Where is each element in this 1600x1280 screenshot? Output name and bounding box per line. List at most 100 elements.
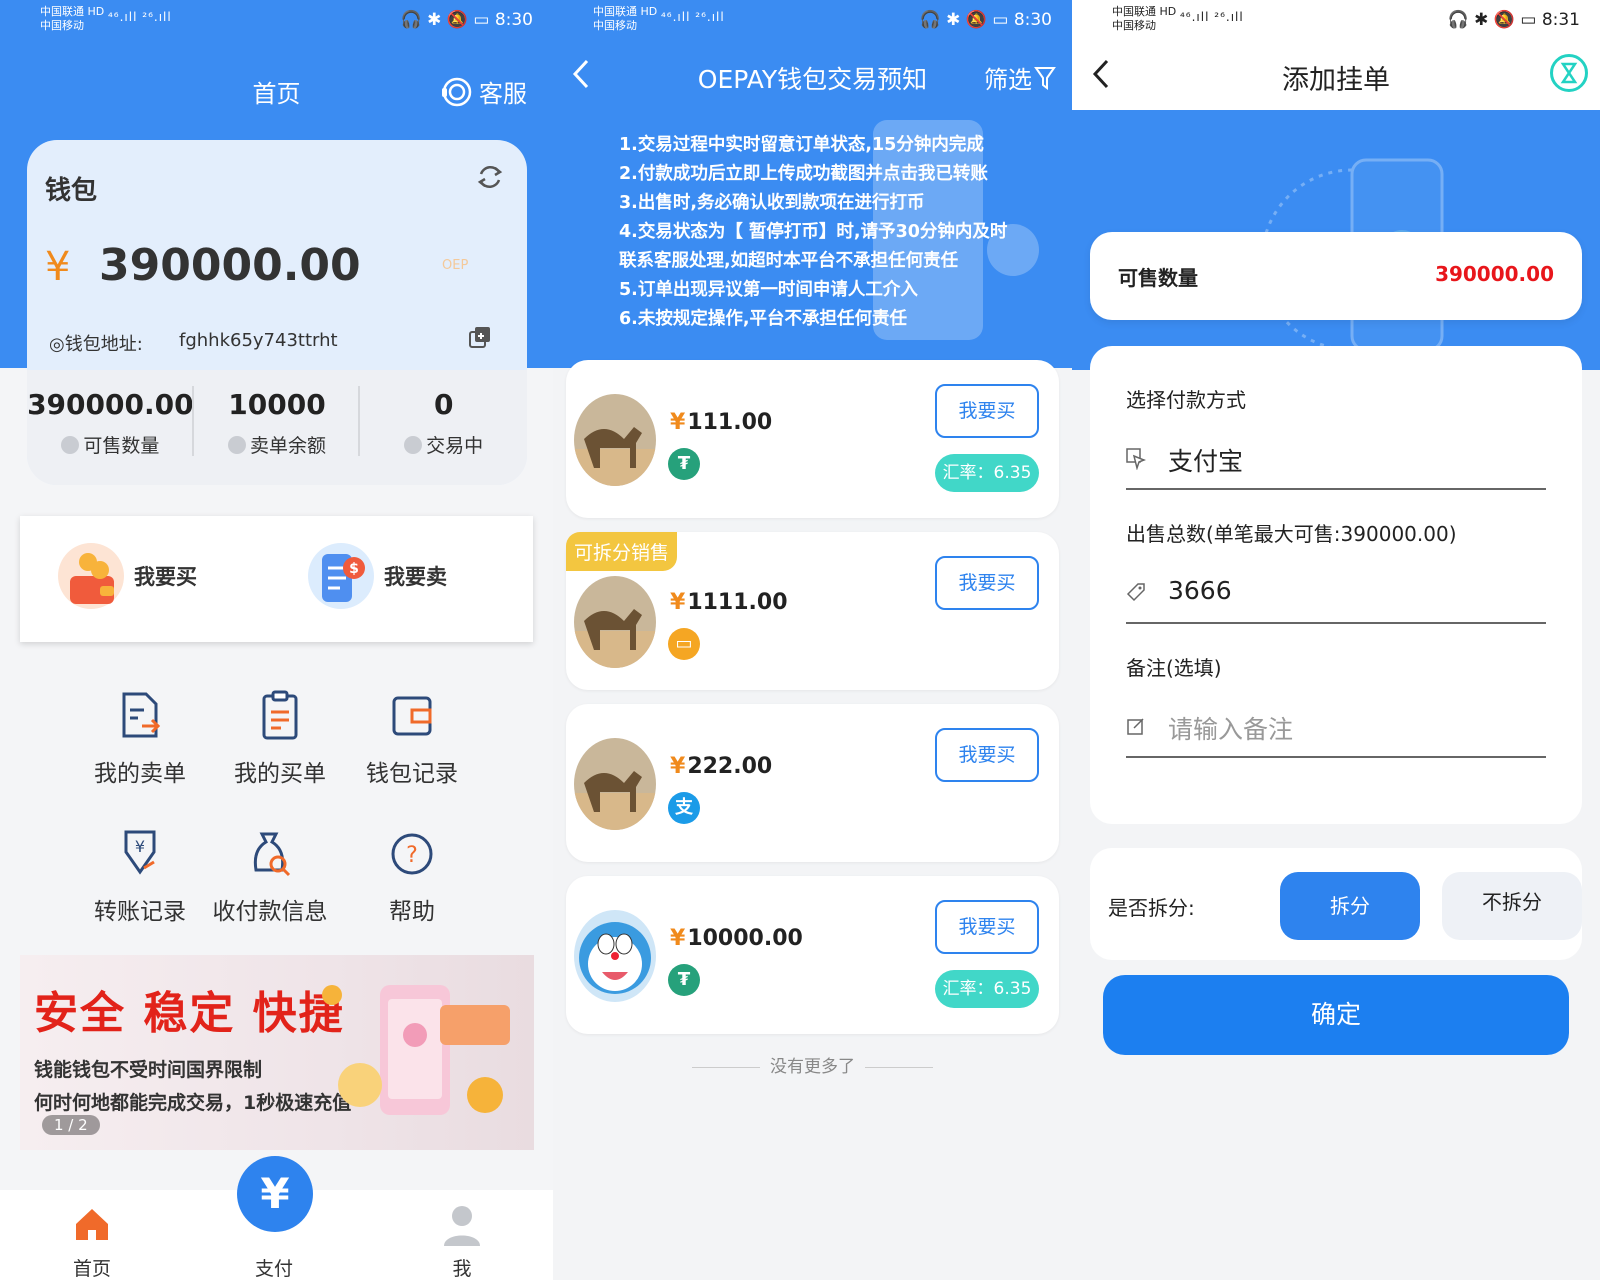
grid-item-my-buy-orders[interactable]: 我的买单	[215, 690, 345, 788]
buy-button[interactable]: 我要买	[935, 556, 1039, 610]
help-icon: ?	[391, 833, 433, 875]
total-input[interactable]: 3666	[1126, 562, 1546, 624]
exchange-rate-badge: 汇率：6.35	[935, 970, 1039, 1008]
payment-info-icon	[253, 832, 291, 877]
remark-label: 备注(选填)	[1126, 656, 1222, 680]
grid-item-transfer-records[interactable]: ¥ 转账记录	[75, 828, 205, 926]
stat-sell-balance: 10000 卖单余额	[194, 370, 361, 485]
promo-banner[interactable]: 安全 稳定 快捷 钱能钱包不受时间国界限制 何时何地都能完成交易，1秒极速充值 …	[20, 955, 534, 1150]
currency-symbol: ¥	[45, 244, 71, 290]
list-icon	[228, 435, 246, 454]
unit-label: OEP	[442, 258, 469, 273]
filter-icon	[1034, 66, 1056, 90]
no-more-text: 没有更多了	[553, 1052, 1072, 1077]
sellable-quantity-card: 可售数量 390000.00	[1090, 232, 1582, 320]
stat-sellable: 390000.00 可售数量	[27, 370, 194, 485]
user-icon	[444, 1206, 480, 1246]
customer-service-button[interactable]: 客服	[441, 74, 527, 109]
hourglass-icon[interactable]	[1550, 54, 1588, 92]
sell-order-icon	[122, 692, 161, 738]
headset-icon	[442, 77, 472, 106]
stat-trading: 0 交易中	[360, 370, 527, 485]
wallet-title: 钱包	[45, 176, 98, 206]
status-bar: 中国联通 HD 中国移动 ⁴⁶.ıll ²⁶.ıll 🎧 ✱ 🔕 ▭ 8:30	[593, 5, 1052, 32]
tether-icon: ₮	[668, 448, 700, 480]
tab-home[interactable]: 首页	[52, 1204, 132, 1280]
camel-avatar	[574, 394, 656, 486]
order-price: ¥10000.00	[670, 926, 803, 951]
grid-item-help[interactable]: ? 帮助	[347, 828, 477, 926]
grid-item-payment-info[interactable]: 收付款信息	[205, 828, 335, 926]
sellable-label: 可售数量	[1118, 266, 1198, 290]
list-icon	[61, 435, 80, 454]
order-price: ¥1111.00	[670, 590, 788, 615]
grid-item-my-sell-orders[interactable]: 我的卖单	[75, 690, 205, 788]
banner-pager: 1 / 2	[42, 1115, 100, 1135]
buy-button[interactable]: 我要买	[935, 384, 1039, 438]
alipay-icon: 支	[668, 792, 700, 824]
split-label: 是否拆分:	[1108, 896, 1195, 920]
order-card: 可拆分销售 ¥1111.00 ▭ 我要买	[566, 532, 1059, 690]
refresh-icon[interactable]	[475, 162, 505, 192]
coin-icon	[404, 435, 423, 454]
hourglass-glyph	[1560, 62, 1578, 84]
wallet-balance: 390000.00	[99, 240, 361, 291]
buy-button[interactable]: 我要买	[935, 728, 1039, 782]
trade-rules: 1.交易过程中实时留意订单状态,15分钟内完成 2.付款成功后立即上传成功截图并…	[619, 135, 1008, 329]
payment-method-select[interactable]: 支付宝	[1126, 428, 1546, 490]
status-bar: 中国联通 HD 中国移动 ⁴⁶.ıll ²⁶.ıll 🎧 ✱ 🔕 ▭ 8:31	[1112, 5, 1580, 32]
home-screen: 中国联通 HD 中国移动 ⁴⁶.ıll ²⁶.ıll 🎧 ✱ 🔕 ▭ 8:30 首…	[0, 0, 553, 1280]
tag-icon	[1126, 583, 1145, 602]
bank-card-icon: ▭	[668, 628, 700, 660]
sellable-value: 390000.00	[1435, 262, 1554, 286]
pointer-icon	[1126, 448, 1146, 470]
split-no-button[interactable]: 不拆分	[1442, 872, 1582, 940]
split-option-card: 是否拆分: 拆分 不拆分	[1090, 848, 1582, 960]
wallet-stats: 390000.00 可售数量 10000 卖单余额 0 交易中	[27, 370, 527, 485]
camel-avatar	[574, 738, 656, 830]
total-label: 出售总数(单笔最大可售:390000.00)	[1126, 522, 1457, 546]
payment-method-label: 选择付款方式	[1126, 388, 1246, 412]
splittable-tag: 可拆分销售	[566, 532, 678, 571]
trade-notice-screen: 中国联通 HD 中国移动 ⁴⁶.ıll ²⁶.ıll 🎧 ✱ 🔕 ▭ 8:30 O…	[553, 0, 1072, 1280]
split-yes-button[interactable]: 拆分	[1280, 872, 1420, 940]
wallet-address: fghhk65y743ttrht	[179, 330, 338, 351]
buy-button[interactable]: 我要买	[56, 536, 197, 616]
tether-icon: ₮	[668, 964, 700, 996]
signal-indicators: ⁴⁶.ıll ²⁶.ıll	[108, 10, 172, 24]
home-icon	[76, 1209, 108, 1240]
doraemon-avatar	[574, 910, 656, 1002]
buy-button[interactable]: 我要买	[935, 900, 1039, 954]
location-icon: ◎	[49, 334, 65, 355]
wallet-card: 钱包 ¥ 390000.00 OEP ◎钱包地址: fghhk65y743ttr…	[27, 140, 527, 485]
order-price: ¥222.00	[670, 754, 773, 779]
status-right: 🎧 ✱ 🔕 ▭ 8:30	[400, 10, 533, 30]
page-title: 添加挂单	[1282, 65, 1390, 96]
banner-line-1: 钱能钱包不受时间国界限制	[34, 1059, 263, 1081]
transfer-record-icon: ¥	[124, 830, 156, 875]
remark-input[interactable]: 请输入备注	[1126, 696, 1546, 758]
edit-icon	[1127, 718, 1144, 735]
order-price: ¥111.00	[670, 410, 773, 435]
carrier-labels: 中国联通 HD 中国移动	[40, 5, 105, 32]
order-card: ¥10000.00 ₮ 我要买 汇率：6.35	[566, 876, 1059, 1034]
svg-text:¥: ¥	[135, 837, 145, 856]
svg-text:$: $	[349, 561, 359, 577]
banner-line-2: 何时何地都能完成交易，1秒极速充值	[34, 1092, 352, 1114]
svg-text:?: ?	[406, 843, 418, 868]
copy-icon[interactable]	[469, 326, 491, 348]
wallet-coins-icon	[58, 543, 124, 609]
confirm-button[interactable]: 确定	[1103, 975, 1569, 1055]
pay-button[interactable]: ¥	[237, 1156, 313, 1232]
tab-me[interactable]: 我	[422, 1204, 502, 1280]
wallet-record-icon	[392, 696, 432, 736]
bill-dollar-icon: $	[308, 543, 374, 609]
order-card: ¥222.00 支 我要买	[566, 704, 1059, 862]
order-card: ¥111.00 ₮ 我要买 汇率：6.35	[566, 360, 1059, 518]
grid-item-wallet-records[interactable]: 钱包记录	[347, 690, 477, 788]
filter-button[interactable]: 筛选	[984, 60, 1056, 95]
buy-order-icon	[262, 690, 298, 740]
address-label: ◎钱包地址:	[49, 334, 143, 355]
sell-button[interactable]: $ 我要卖	[306, 536, 447, 616]
add-listing-screen: 中国联通 HD 中国移动 ⁴⁶.ıll ²⁶.ıll 🎧 ✱ 🔕 ▭ 8:31 添…	[1072, 0, 1600, 1280]
